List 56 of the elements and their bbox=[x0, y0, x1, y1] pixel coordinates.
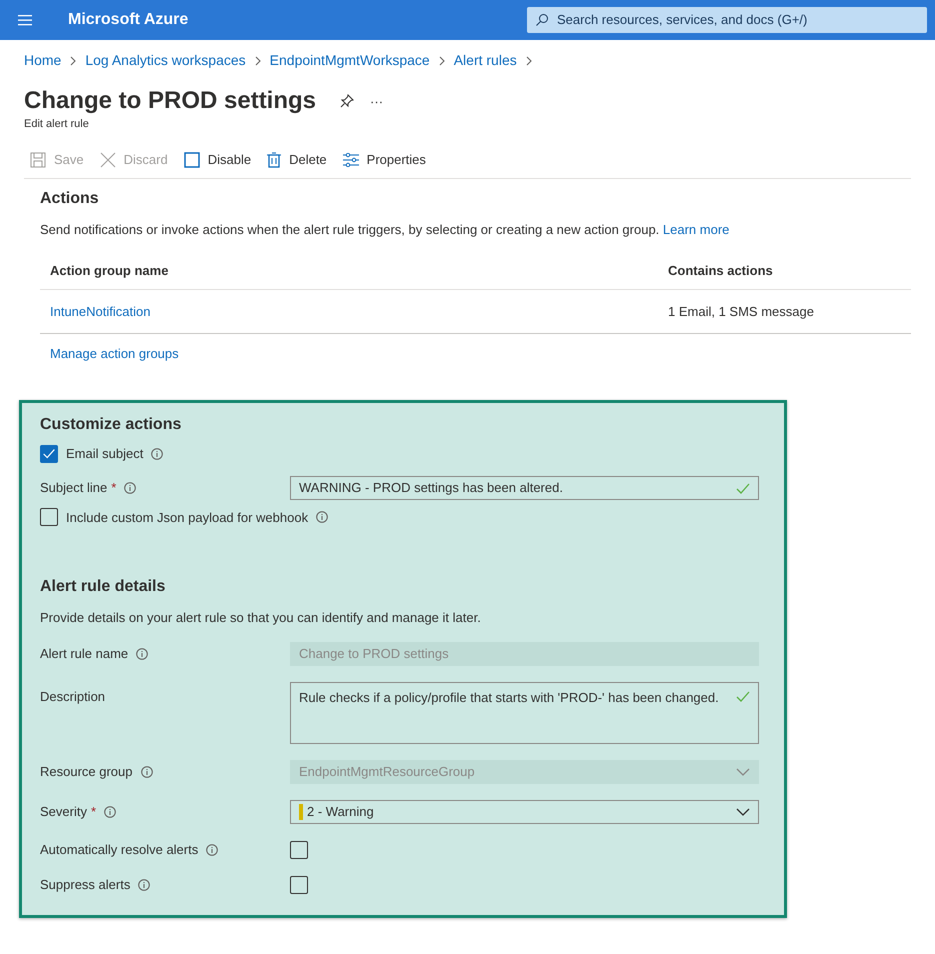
action-group-link[interactable]: IntuneNotification bbox=[50, 304, 150, 319]
checkbox[interactable] bbox=[290, 876, 308, 894]
page-title: Change to PROD settings bbox=[24, 87, 316, 116]
field-label: Include custom Json payload for webhook bbox=[66, 508, 308, 527]
required-mark: * bbox=[111, 478, 116, 497]
field-label: Description bbox=[40, 688, 106, 706]
column-header: Contains actions bbox=[668, 262, 773, 280]
field-label: Alert rule name bbox=[40, 645, 128, 664]
field-label: Subject line bbox=[40, 478, 108, 497]
chevron-down-icon bbox=[736, 768, 750, 776]
close-icon bbox=[100, 152, 116, 168]
field-label: Severity bbox=[40, 803, 87, 822]
trash-icon bbox=[267, 152, 282, 168]
table-cell-text: 1 Email, 1 SMS message bbox=[668, 302, 814, 321]
square-icon bbox=[184, 152, 200, 168]
checkbox[interactable] bbox=[40, 508, 58, 526]
properties-button[interactable]: Properties bbox=[334, 150, 434, 170]
pin-icon bbox=[340, 94, 354, 108]
section-heading: Customize actions bbox=[40, 414, 182, 434]
text-field[interactable]: WARNING - PROD settings has been altered. bbox=[290, 476, 759, 500]
menu-icon bbox=[18, 14, 32, 26]
search-field[interactable]: Search resources, services, and docs (G+/) bbox=[527, 7, 927, 33]
sliders-icon bbox=[342, 153, 359, 168]
breadcrumb-link[interactable]: Home bbox=[24, 50, 62, 71]
brand-title: Microsoft Azure bbox=[68, 10, 188, 30]
field-label: Email subject bbox=[66, 445, 144, 464]
field-label: Resource group bbox=[40, 763, 132, 782]
description-field[interactable]: Rule checks if a policy/profile that starts with 'PROD-' has been changed. bbox=[290, 682, 759, 744]
delete-button[interactable]: Delete bbox=[259, 150, 335, 170]
chevron-right-icon bbox=[524, 56, 533, 66]
chevron-right-icon bbox=[69, 56, 78, 66]
more-button[interactable]: ··· bbox=[370, 92, 384, 112]
chevron-down-icon bbox=[736, 808, 750, 816]
learn-more-link[interactable]: Learn more bbox=[662, 222, 730, 237]
section-heading: Actions bbox=[40, 188, 100, 208]
page-subtitle: Edit alert rule bbox=[24, 116, 90, 132]
required-mark: * bbox=[90, 803, 96, 822]
checkbox[interactable] bbox=[290, 840, 308, 859]
section-heading: Alert rule details bbox=[40, 577, 166, 596]
breadcrumb-link[interactable]: Log Analytics workspaces bbox=[85, 50, 246, 71]
section-description: Provide details on your alert rule so that you can identify and manage it later. bbox=[40, 609, 482, 628]
breadcrumb-link[interactable]: EndpointMgmtWorkspace bbox=[270, 50, 430, 71]
breadcrumb-link[interactable]: Alert rules bbox=[454, 50, 517, 71]
field-label: Automatically resolve alerts bbox=[40, 840, 198, 859]
disable-button[interactable]: Disable bbox=[176, 150, 260, 170]
search-placeholder: Search resources, services, and docs (G+/) bbox=[557, 11, 808, 30]
checkbox[interactable] bbox=[40, 444, 58, 463]
save-icon bbox=[30, 152, 46, 168]
chevron-right-icon bbox=[254, 56, 262, 66]
search-icon bbox=[535, 13, 549, 27]
field-label: Suppress alerts bbox=[40, 876, 130, 894]
manage-action-groups-link[interactable]: Manage action groups bbox=[50, 344, 179, 364]
chevron-right-icon bbox=[438, 56, 446, 66]
dropdown[interactable]: 2 - Warning bbox=[290, 800, 759, 824]
section-description: Send notifications or invoke actions when the alert rule triggers, by selecting or creating a new action group. Learn more bbox=[40, 220, 730, 239]
column-header: Action group name bbox=[50, 262, 170, 280]
